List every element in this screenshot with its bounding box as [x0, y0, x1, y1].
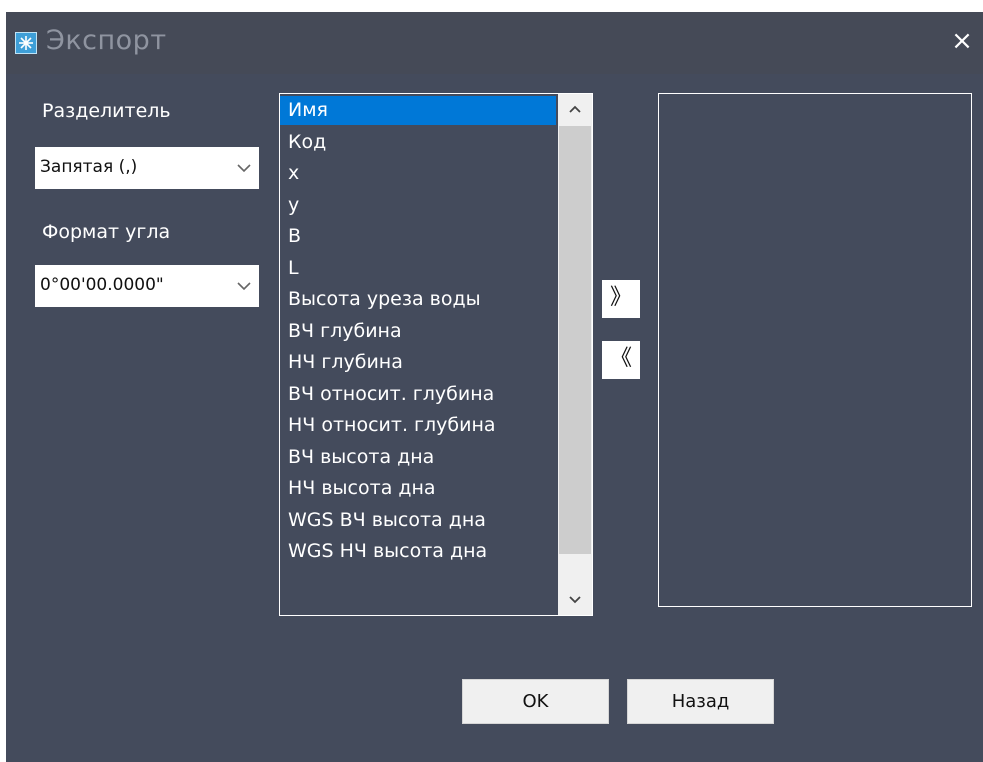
field-list-item[interactable]: B	[280, 222, 556, 251]
vertical-scrollbar[interactable]	[558, 94, 592, 615]
field-list-item[interactable]: Имя	[280, 96, 556, 125]
field-list-item[interactable]: x	[280, 159, 556, 188]
separator-value: Запятая (,)	[40, 157, 138, 177]
field-list-item[interactable]: Высота уреза воды	[280, 285, 556, 314]
remove-field-button[interactable]: 《	[602, 341, 640, 379]
field-list-item[interactable]: ВЧ высота дна	[280, 443, 556, 472]
chevron-down-icon	[237, 282, 251, 291]
title-bar[interactable]: Экспорт ×	[6, 12, 983, 74]
add-field-button[interactable]: 》	[602, 280, 640, 318]
chevron-up-icon	[569, 105, 581, 113]
field-list-item[interactable]: Код	[280, 128, 556, 157]
export-dialog: Экспорт × Разделитель Запятая (,) Формат…	[6, 12, 983, 762]
field-list-item[interactable]: WGS ВЧ высота дна	[280, 506, 556, 535]
chevron-down-icon	[237, 164, 251, 173]
separator-label: Разделитель	[42, 100, 171, 122]
angle-format-value: 0°00'00.0000"	[40, 275, 164, 295]
separator-dropdown[interactable]: Запятая (,)	[35, 147, 259, 189]
field-list-item[interactable]: y	[280, 191, 556, 220]
scroll-up-button[interactable]	[558, 94, 592, 124]
selected-fields-list[interactable]	[658, 93, 972, 607]
ok-button[interactable]: OK	[462, 679, 609, 724]
scroll-thumb[interactable]	[559, 126, 591, 554]
field-list-item[interactable]: НЧ высота дна	[280, 474, 556, 503]
close-button[interactable]: ×	[947, 26, 977, 56]
field-list-item[interactable]: ВЧ глубина	[280, 317, 556, 346]
field-list-item[interactable]: WGS НЧ высота дна	[280, 537, 556, 566]
chevron-down-icon	[569, 596, 581, 604]
angle-format-dropdown[interactable]: 0°00'00.0000"	[35, 265, 259, 307]
back-button[interactable]: Назад	[627, 679, 774, 724]
app-logo-icon	[15, 32, 37, 54]
window-title: Экспорт	[46, 25, 167, 56]
field-list-item[interactable]: НЧ глубина	[280, 348, 556, 377]
available-fields-list[interactable]: Имя Код x y B L Высота уреза воды ВЧ глубина НЧ …	[279, 93, 593, 616]
angle-format-label: Формат угла	[42, 221, 171, 243]
field-list-item[interactable]: НЧ относит. глубина	[280, 411, 556, 440]
scroll-down-button[interactable]	[558, 585, 592, 615]
field-list-item[interactable]: ВЧ относит. глубина	[280, 380, 556, 409]
field-list-item[interactable]: L	[280, 254, 556, 283]
